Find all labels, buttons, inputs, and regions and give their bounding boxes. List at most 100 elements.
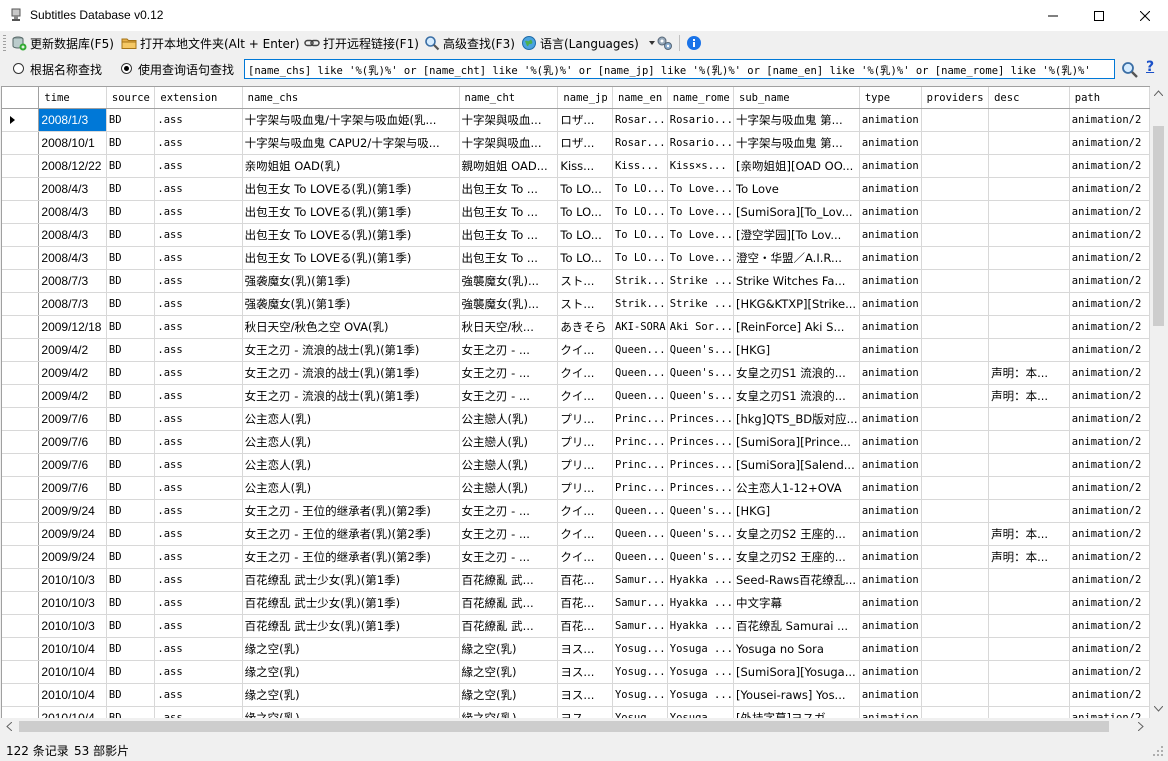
cell-source[interactable]: BD <box>106 453 156 477</box>
cell-extension[interactable]: .ass <box>154 499 243 523</box>
cell-desc[interactable] <box>988 591 1070 615</box>
cell-name-jp[interactable]: プリ... <box>557 430 613 454</box>
cell-name-rome[interactable]: Yosuga ... <box>667 660 735 684</box>
table-row[interactable]: 2008/4/3 BD .ass 出包王女 To LOVEる(乳)(第1季) 出包王女 … <box>2 223 1150 247</box>
cell-sub-name[interactable]: 中文字幕 <box>733 591 860 615</box>
cell-source[interactable]: BD <box>106 637 156 661</box>
cell-name-chs[interactable]: 出包王女 To LOVEる(乳)(第1季) <box>242 200 460 224</box>
cell-name-en[interactable]: Kiss... <box>612 154 668 178</box>
cell-name-en[interactable]: Samur... <box>612 568 668 592</box>
cell-name-rome[interactable]: Hyakka ... <box>667 614 735 638</box>
cell-extension[interactable]: .ass <box>154 131 243 155</box>
cell-name-jp[interactable]: プリ... <box>557 453 613 477</box>
cell-extension[interactable]: .ass <box>154 292 243 316</box>
cell-extension[interactable]: .ass <box>154 591 243 615</box>
cell-sub-name[interactable]: [HKG] <box>733 338 860 362</box>
table-row[interactable]: 2009/9/24 BD .ass 女王之刃 - 王位的继承者(乳)(第2季) 女王之刃… <box>2 499 1150 523</box>
cell-name-chs[interactable]: 百花缭乱 武士少女(乳)(第1季) <box>242 591 460 615</box>
cell-source[interactable]: BD <box>106 108 156 132</box>
horizontal-scrollbar[interactable] <box>1 718 1150 735</box>
cell-providers[interactable] <box>921 453 990 477</box>
cell-name-rome[interactable]: To Love... <box>667 246 735 270</box>
cell-time[interactable]: 2009/9/24 <box>38 522 107 546</box>
table-row[interactable]: 2008/7/3 BD .ass 强袭魔女(乳)(第1季) 強襲魔女(乳)... スト..… <box>2 269 1150 293</box>
settings-button[interactable] <box>656 33 677 53</box>
cell-providers[interactable] <box>921 660 990 684</box>
table-row[interactable]: 2009/4/2 BD .ass 女王之刃 - 流浪的战士(乳)(第1季) 女王之刃 -… <box>2 338 1150 362</box>
cell-name-rome[interactable]: Queen's... <box>667 338 735 362</box>
table-row[interactable]: 2008/12/22 BD .ass 亲吻姐姐 OAD(乳) 親吻姐姐 OAD... Ki… <box>2 154 1150 178</box>
cell-extension[interactable]: .ass <box>154 430 243 454</box>
search-by-name-label[interactable]: 根据名称查找 <box>30 61 102 78</box>
cell-name-en[interactable]: Yosug... <box>612 660 668 684</box>
cell-source[interactable]: BD <box>106 246 156 270</box>
cell-time[interactable]: 2008/10/1 <box>38 131 107 155</box>
column-header-type[interactable]: type <box>859 87 922 109</box>
cell-providers[interactable] <box>921 545 990 569</box>
table-row[interactable]: 2010/10/3 BD .ass 百花缭乱 武士少女(乳)(第1季) 百花繚亂 武..… <box>2 568 1150 592</box>
open-local-folder-button[interactable]: 打开本地文件夹(Alt + Enter) <box>121 33 300 53</box>
cell-extension[interactable]: .ass <box>154 200 243 224</box>
cell-name-cht[interactable]: 十字架與吸血... <box>459 108 559 132</box>
scroll-down-icon[interactable] <box>1154 706 1163 712</box>
cell-providers[interactable] <box>921 200 990 224</box>
cell-sub-name[interactable]: 十字架与吸血鬼 第... <box>733 108 860 132</box>
row-header[interactable] <box>2 545 40 569</box>
cell-name-en[interactable]: Princ... <box>612 407 668 431</box>
table-row[interactable]: 2009/7/6 BD .ass 公主恋人(乳) 公主戀人(乳) プリ... Princ..… <box>2 430 1150 454</box>
help-icon[interactable]: ? <box>1146 59 1154 75</box>
cell-source[interactable]: BD <box>106 338 156 362</box>
cell-name-cht[interactable]: 十字架與吸血... <box>459 131 559 155</box>
cell-type[interactable]: animation <box>859 476 922 500</box>
cell-extension[interactable]: .ass <box>154 453 243 477</box>
cell-time[interactable]: 2009/7/6 <box>38 407 107 431</box>
cell-name-en[interactable]: Strik... <box>612 269 668 293</box>
row-header-corner[interactable] <box>2 87 40 109</box>
cell-name-jp[interactable]: クイ... <box>557 384 613 408</box>
cell-name-jp[interactable]: ロザ... <box>557 108 613 132</box>
cell-time[interactable]: 2008/1/3 <box>38 108 107 132</box>
cell-extension[interactable]: .ass <box>154 154 243 178</box>
advanced-search-button[interactable]: 高级查找(F3) <box>424 33 515 53</box>
cell-extension[interactable]: .ass <box>154 108 243 132</box>
cell-name-chs[interactable]: 女王之刃 - 王位的继承者(乳)(第2季) <box>242 522 460 546</box>
cell-path[interactable]: animation/2 <box>1069 683 1150 707</box>
cell-type[interactable]: animation <box>859 361 922 385</box>
cell-name-en[interactable]: Strik... <box>612 292 668 316</box>
cell-source[interactable]: BD <box>106 499 156 523</box>
vertical-scroll-thumb[interactable] <box>1153 126 1164 326</box>
cell-extension[interactable]: .ass <box>154 476 243 500</box>
cell-name-en[interactable]: Queen... <box>612 338 668 362</box>
cell-name-jp[interactable]: スト... <box>557 269 613 293</box>
row-header[interactable] <box>2 338 40 362</box>
cell-desc[interactable] <box>988 430 1070 454</box>
cell-name-chs[interactable]: 强袭魔女(乳)(第1季) <box>242 292 460 316</box>
table-row[interactable]: 2008/4/3 BD .ass 出包王女 To LOVEる(乳)(第1季) 出包王女 … <box>2 200 1150 224</box>
cell-type[interactable]: animation <box>859 637 922 661</box>
cell-type[interactable]: animation <box>859 545 922 569</box>
cell-source[interactable]: BD <box>106 545 156 569</box>
cell-name-chs[interactable]: 公主恋人(乳) <box>242 476 460 500</box>
cell-name-jp[interactable]: クイ... <box>557 545 613 569</box>
cell-name-en[interactable]: Rosar... <box>612 131 668 155</box>
cell-name-chs[interactable]: 强袭魔女(乳)(第1季) <box>242 269 460 293</box>
cell-name-jp[interactable]: ロザ... <box>557 131 613 155</box>
cell-sub-name[interactable]: [ReinForce] Aki S... <box>733 315 860 339</box>
cell-type[interactable]: animation <box>859 154 922 178</box>
cell-sub-name[interactable]: [亲吻姐姐][OAD OO... <box>733 154 860 178</box>
cell-providers[interactable] <box>921 223 990 247</box>
close-button[interactable] <box>1122 0 1168 31</box>
cell-desc[interactable] <box>988 476 1070 500</box>
cell-time[interactable]: 2010/10/3 <box>38 591 107 615</box>
cell-time[interactable]: 2008/4/3 <box>38 223 107 247</box>
cell-providers[interactable] <box>921 476 990 500</box>
cell-name-chs[interactable]: 缘之空(乳) <box>242 683 460 707</box>
cell-name-rome[interactable]: Yosuga ... <box>667 683 735 707</box>
cell-name-rome[interactable]: Princes... <box>667 430 735 454</box>
cell-path[interactable]: animation/2 <box>1069 637 1150 661</box>
cell-extension[interactable]: .ass <box>154 338 243 362</box>
cell-type[interactable]: animation <box>859 108 922 132</box>
cell-desc[interactable] <box>988 223 1070 247</box>
row-header[interactable] <box>2 177 40 201</box>
cell-name-chs[interactable]: 亲吻姐姐 OAD(乳) <box>242 154 460 178</box>
